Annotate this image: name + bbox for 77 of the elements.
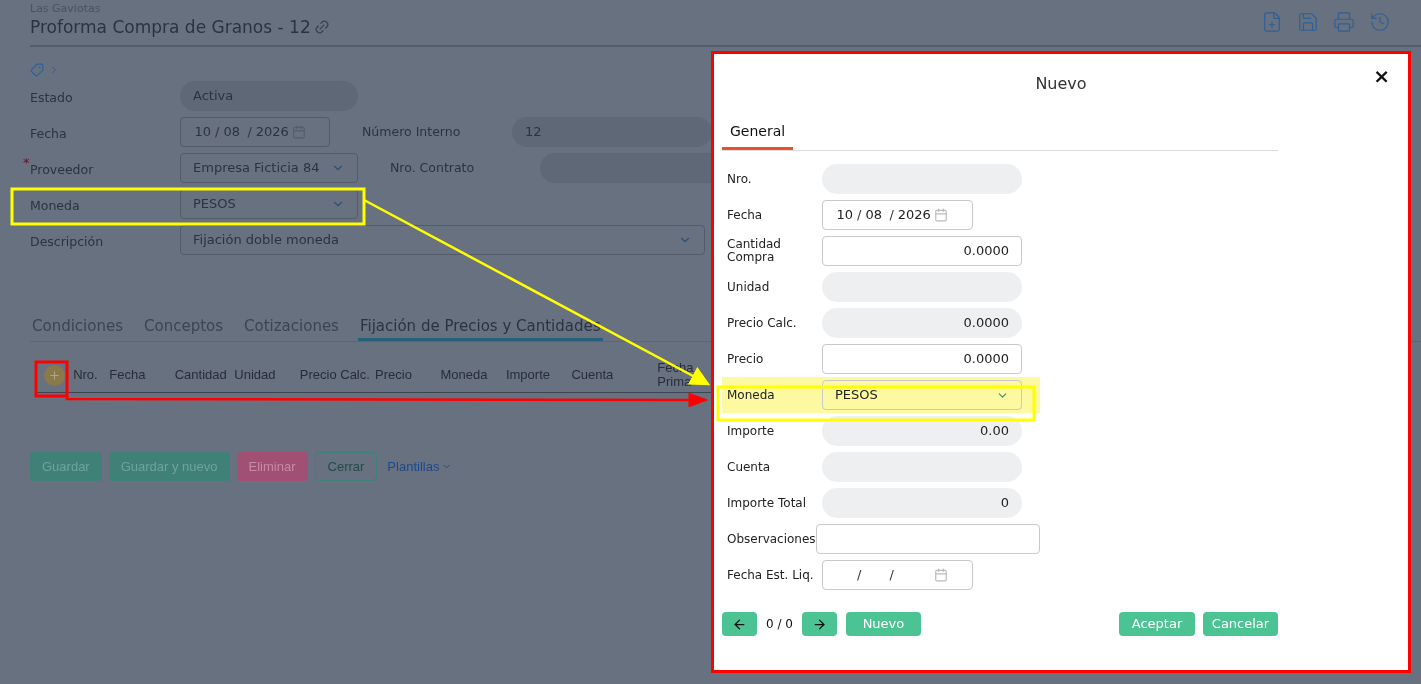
print-icon[interactable]: [1333, 11, 1355, 33]
callout-frame: [34, 360, 69, 398]
tab[interactable]: General: [722, 121, 794, 150]
field-label: Estado: [30, 90, 73, 106]
history-icon[interactable]: [1369, 11, 1391, 33]
field-label: Moneda: [726, 388, 776, 402]
month-text: 08: [223, 123, 241, 142]
field-label: Cantidad Compra: [726, 238, 782, 264]
month-text: 08: [865, 206, 883, 225]
column-header: Precio Calc.: [299, 368, 371, 382]
date-separator: /: [889, 206, 894, 225]
field-label: Moneda: [30, 198, 80, 214]
field-label: Número Interno: [362, 122, 462, 141]
action-button[interactable]: Cerrar: [314, 452, 378, 481]
accept-button[interactable]: Aceptar: [1119, 612, 1195, 636]
year-text: 2026: [897, 206, 932, 225]
date-field[interactable]: 10 / 08 / 2026: [822, 200, 973, 230]
field-label: Importe Total: [726, 496, 808, 510]
date-separator: /: [889, 566, 894, 585]
date-separator: /: [857, 566, 862, 585]
number-input[interactable]: 0.0000: [822, 344, 1022, 374]
day-text: 10: [835, 206, 853, 225]
date-separator: /: [857, 206, 862, 225]
field-label: Unidad: [726, 280, 771, 294]
required-mark: *: [23, 154, 30, 173]
field-label: Proveedor: [30, 162, 94, 178]
readonly-field: 0.00: [822, 416, 1022, 446]
column-header: Nro.: [73, 368, 99, 382]
tab[interactable]: Fijación de Precios y Cantidades: [357, 315, 603, 341]
date-field[interactable]: 10 / 08 / 2026: [180, 117, 330, 147]
column-header: Precio: [375, 368, 413, 382]
tag-icon[interactable]: [30, 63, 44, 77]
column-header: Cuenta: [571, 368, 615, 382]
arrow-right-icon: [811, 616, 827, 632]
column-header: Fecha: [109, 368, 147, 382]
plus-icon: [48, 368, 62, 382]
field-label: Nro.: [726, 172, 753, 186]
date-field[interactable]: / /: [822, 560, 973, 590]
page-title: Proforma Compra de Granos - 12: [30, 16, 311, 38]
field-label: Fecha Est. Liq.: [726, 568, 815, 582]
add-row-button[interactable]: [44, 364, 66, 386]
previous-button[interactable]: [722, 612, 757, 636]
field-label: Importe: [726, 424, 776, 438]
select-field[interactable]: Fijación doble moneda: [180, 225, 705, 255]
field-label: Precio: [726, 352, 765, 366]
action-button[interactable]: Eliminar: [236, 452, 308, 481]
next-button[interactable]: [801, 612, 837, 636]
calendar-icon: [933, 208, 948, 222]
field-label: Precio Calc.: [726, 316, 798, 330]
column-header: Unidad: [234, 368, 277, 382]
day-text: 10: [193, 123, 211, 142]
column-header: Moneda: [440, 368, 489, 382]
dialog-title: Nuevo: [1035, 73, 1087, 95]
field-label: Fecha: [726, 208, 764, 222]
field-label: Descripción: [30, 234, 104, 250]
text-input[interactable]: [815, 524, 1040, 554]
date-separator: /: [247, 123, 252, 142]
field-label: Observaciones: [726, 532, 816, 546]
field-label: Fecha: [30, 126, 67, 142]
column-header: Importe: [505, 368, 551, 382]
new-document-icon[interactable]: [1261, 11, 1283, 33]
field-label: Nro. Contrato: [390, 158, 476, 177]
cancel-button[interactable]: Cancelar: [1203, 612, 1278, 636]
column-header: Cantidad: [174, 368, 228, 382]
close-button[interactable]: ×: [1373, 66, 1390, 86]
save-icon[interactable]: [1297, 11, 1319, 33]
templates-link[interactable]: Plantillas: [387, 456, 453, 477]
readonly-field: 0.0000: [822, 308, 1022, 338]
readonly-field: 0: [822, 488, 1022, 518]
calendar-icon: [933, 568, 948, 582]
new-button[interactable]: Nuevo: [845, 612, 921, 636]
field-label: Cuenta: [726, 460, 772, 474]
select-field[interactable]: Empresa Ficticia 84: [180, 153, 358, 183]
pager-text: 0 / 0: [766, 616, 793, 633]
date-separator: /: [215, 123, 220, 142]
year-text: 2026: [255, 123, 290, 142]
number-input[interactable]: 0.0000: [822, 236, 1022, 266]
